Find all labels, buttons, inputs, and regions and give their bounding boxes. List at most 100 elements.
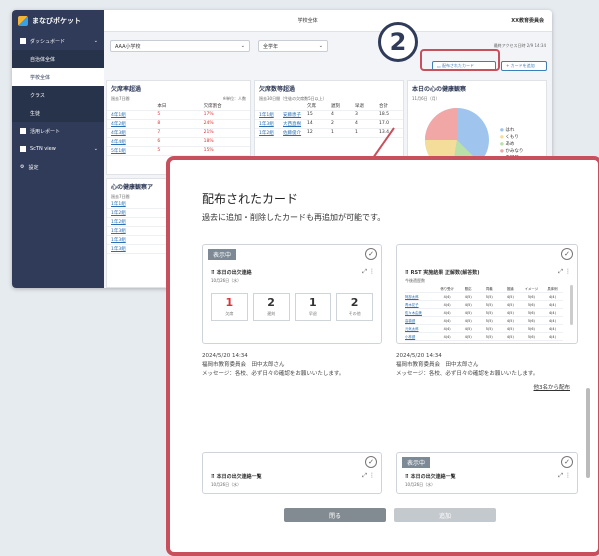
col-header: 推論 [506, 287, 514, 291]
rst-results-card[interactable]: ✓ ⠿ RST 実施結果 正解数(解答数) ⤢ ⋮ 今後遺歴数 係り受け 照応 同義… [396, 244, 578, 344]
value-cell: 5(5) [485, 326, 493, 331]
value-cell: 4(5) [506, 326, 514, 331]
table-row: 阿部太郎 4(4) 4(5) 5(5) 4(5) 5(6) 4(4) [405, 293, 563, 301]
distributors-link[interactable]: 他3名から配布 [534, 383, 571, 391]
percent-cell: 21% [203, 130, 214, 135]
student-link[interactable]: 阿部太郎 [405, 294, 437, 299]
sidebar-item-municipality[interactable]: 自治体全体 [12, 50, 104, 68]
school-select[interactable]: AAA小学校 ⌄ [110, 40, 250, 52]
sidebar-item-school[interactable]: 学校全体 [12, 68, 104, 86]
stat-label: 遅刻 [267, 311, 276, 316]
table-row: 4年1組 5 17% [107, 111, 250, 120]
class-link[interactable]: 4年3組 [111, 130, 153, 136]
value-cell: 12 [307, 130, 313, 135]
chevron-down-icon: ⌄ [93, 146, 98, 152]
student-link[interactable]: 大西直樹 [283, 121, 303, 127]
attendance-list-card-shown[interactable]: 表示中 ✓ ⠿ 本日の出欠連絡一覧 ⤢ ⋮ 10月26日（水） [396, 452, 578, 494]
legend-item: ● くもり [500, 134, 523, 141]
shown-tag: 表示中 [402, 457, 431, 468]
class-link[interactable]: 1年2組 [259, 130, 279, 136]
table-row: 小林健 4(4) 4(5) 5(5) 4(5) 5(6) 4(4) [405, 333, 563, 341]
table-row: 高橋健 4(4) 4(5) 5(5) 4(5) 5(6) 4(4) [405, 317, 563, 325]
value-cell: 3 [355, 112, 358, 117]
legend-label: くもり [503, 135, 519, 140]
attendance-list-card[interactable]: ✓ ⠿ 本日の出欠連絡一覧 ⤢ ⋮ 10月26日（水） [202, 452, 382, 494]
attendance-card[interactable]: 表示中 ✓ ⠿ 本日の出欠連絡 ⤢ ⋮ 10月26日（水） 1 欠席 2 遅刻 1 早退 2… [202, 244, 382, 344]
sidebar-item-student[interactable]: 生徒 [12, 104, 104, 122]
add-button[interactable]: 追加 [394, 508, 496, 522]
value-cell: 4(5) [506, 334, 514, 339]
card-date: 10月26日（水） [405, 482, 436, 487]
class-link[interactable]: 4年2組 [111, 121, 153, 127]
value-cell: 4(4) [548, 294, 556, 299]
modal-scrollbar[interactable] [586, 388, 590, 478]
student-link[interactable]: 安藤恵子 [283, 112, 303, 118]
meta-sender: 福岡市教育委員会 田中太郎さん [202, 362, 285, 368]
sidebar-item-class[interactable]: クラス [12, 86, 104, 104]
meta-sender: 福岡市教育委員会 田中太郎さん [396, 362, 479, 368]
top-bar: 学校全体 XX教育委員会 [104, 10, 552, 32]
value-cell: 4(4) [548, 318, 556, 323]
last-access: 最終アクセス日時 2/9 14:34 [493, 43, 546, 48]
percent-cell: 24% [203, 121, 214, 126]
sidebar-item-settings[interactable]: ⚙ 設定 [12, 158, 104, 176]
sidebar-item-label: ダッシュボード [30, 38, 66, 45]
close-button[interactable]: 閉る [284, 508, 386, 522]
add-card-button[interactable]: + カードを追加 [501, 61, 547, 71]
value-cell: 5(5) [485, 334, 493, 339]
value-cell: 5(5) [485, 318, 493, 323]
student-link[interactable]: 高橋健 [405, 318, 437, 323]
student-link[interactable]: 佐藤俊介 [283, 130, 303, 136]
modal-title: 配布されたカード [202, 192, 299, 206]
rst-table: 係り受け 照応 同義 推論 イメージ 具体例 阿部太郎 4(4) 4(5) 5(5) 4(5) 5(6… [405, 285, 563, 341]
sidebar: まなびポケット ダッシュボード ⌄ 自治体全体 学校全体 クラス 生徒 活用レポ… [12, 10, 104, 288]
student-link[interactable]: 元気太郎 [405, 326, 437, 331]
card-title-text: RST 実施結果 正解数(解答数) [410, 270, 480, 276]
app-logo: まなびポケット [12, 10, 104, 32]
stat-value: 2 [267, 296, 275, 309]
table-row: 青木花子 4(4) 4(5) 5(5) 4(5) 5(6) 4(4) [405, 301, 563, 309]
sidebar-item-label: 生徒 [30, 110, 41, 117]
sidebar-item-report[interactable]: 活用レポート [12, 122, 104, 140]
stat-value: 2 [350, 296, 359, 309]
class-link[interactable]: 5年1組 [111, 148, 153, 154]
card-scrollbar[interactable] [570, 285, 573, 325]
modal-description: 過去に追加・削除したカードも再追加が可能です。 [202, 213, 386, 222]
value-cell: 4(4) [548, 310, 556, 315]
student-link[interactable]: 小林健 [405, 334, 437, 339]
shown-tag: 表示中 [208, 249, 237, 260]
stat-value: 1 [225, 296, 234, 309]
student-link[interactable]: 佐々木由美 [405, 310, 437, 315]
stat-box: 2 その他 [336, 293, 373, 321]
sidebar-item-dashboard[interactable]: ダッシュボード ⌄ [12, 32, 104, 50]
check-icon[interactable]: ✓ [365, 248, 377, 260]
sidebar-item-sctn[interactable]: ScTN view ⌄ [12, 140, 104, 158]
meta-date: 2024/5/20 14:34 [396, 353, 442, 359]
check-icon[interactable]: ✓ [561, 248, 573, 260]
check-icon[interactable]: ✓ [561, 456, 573, 468]
check-icon[interactable]: ✓ [365, 456, 377, 468]
period-label: 過去7日間 [111, 96, 130, 101]
card-title-text: 本日の出欠連絡 [216, 270, 252, 276]
class-link[interactable]: 4年4組 [111, 139, 153, 145]
expand-icon: ⤢ ⋮ [558, 472, 571, 479]
absence-rows: 4年1組 5 17% 4年2組 8 24% 4年3組 7 21% 4年4組 6 18% 5年1組 5 15% [107, 111, 250, 156]
legend-label: かみなり [503, 149, 524, 154]
grade-select[interactable]: 全学年 ⌄ [258, 40, 328, 52]
value-cell: 4(5) [506, 310, 514, 315]
col-header: 照応 [464, 287, 472, 291]
col-header: 遅刻 [331, 104, 340, 109]
table-header: 欠席 遅刻 早退 合計 [255, 102, 403, 111]
value-cell: 4(4) [443, 318, 451, 323]
card-title: ⠿ 本日の出欠連絡一覧 [211, 474, 262, 480]
grade-select-value: 全学年 [263, 43, 279, 50]
value-cell: 4(4) [548, 326, 556, 331]
class-link[interactable]: 1年1組 [259, 112, 279, 118]
count-cell: 6 [157, 139, 161, 144]
class-link[interactable]: 4年1組 [111, 112, 153, 118]
app-logo-text: まなびポケット [32, 17, 81, 25]
student-link[interactable]: 青木花子 [405, 302, 437, 307]
stat-box: 2 遅刻 [252, 293, 290, 321]
class-link[interactable]: 1年3組 [259, 121, 279, 127]
table-row: 4年4組 6 18% [107, 138, 250, 147]
